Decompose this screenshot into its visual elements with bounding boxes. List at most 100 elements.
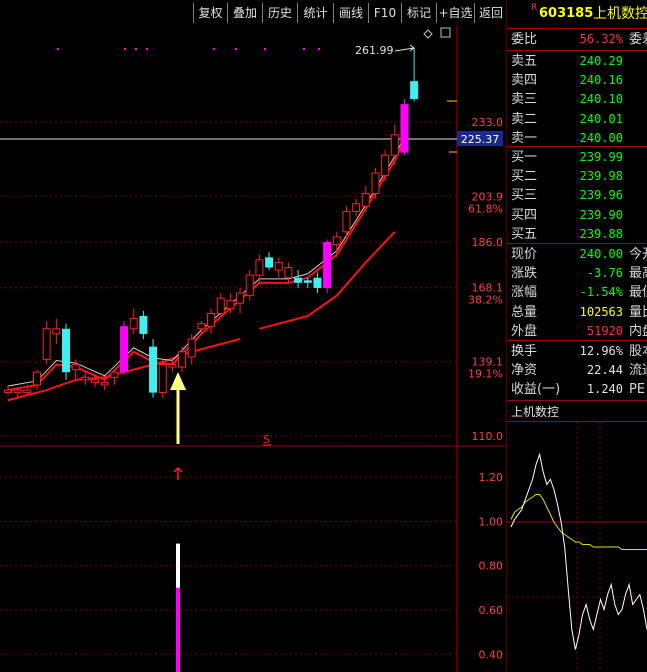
kline-chart[interactable]: 233.0203.961.8%186.0168.138.2%139.119.1%…	[0, 0, 507, 672]
candle-body	[265, 257, 274, 268]
indicator-tick: 1.20	[479, 471, 504, 484]
signal-dot	[57, 48, 59, 50]
candle-body	[216, 297, 225, 314]
candle-body	[110, 371, 119, 378]
candle-body	[4, 389, 12, 394]
quote-extra-label: 内盘	[629, 323, 647, 339]
candle-body	[361, 193, 370, 207]
fib-pct: 61.8%	[468, 202, 503, 215]
small-up-arrow-icon	[173, 466, 183, 480]
indicator-tick: 0.60	[479, 604, 504, 617]
candle-body	[303, 280, 312, 283]
candle-body	[352, 203, 361, 212]
toolbar-button-2[interactable]: 历史	[262, 3, 297, 23]
quote-value: 240.00	[579, 130, 623, 145]
stock-code: 603185	[539, 6, 594, 21]
candle-body	[410, 81, 419, 100]
quote-label: 卖五	[511, 54, 538, 69]
fib-pct: 38.2%	[468, 294, 503, 307]
candle-body	[371, 172, 380, 195]
crosshair-price: 225.37	[461, 133, 500, 146]
candle-body	[33, 371, 42, 386]
quote-row: 涨跌 -3.76 最高	[507, 264, 647, 283]
toolbar-button-5[interactable]: F10	[368, 3, 401, 23]
candle-body	[255, 259, 264, 276]
candle-body	[168, 364, 177, 368]
quote-value: 240.10	[579, 92, 623, 107]
toolbar-button-3[interactable]: 统计	[297, 3, 333, 23]
quote-extra-label: 股本	[629, 344, 647, 359]
candle-body	[71, 364, 80, 371]
quote-extra-label: PE	[629, 382, 646, 398]
toolbar-button-6[interactable]: 标记	[401, 3, 436, 23]
quote-row: 卖四 240.16	[507, 71, 647, 90]
indicator-bar-white	[176, 543, 180, 588]
quote-label: 买三	[511, 188, 538, 204]
candle-body	[149, 346, 158, 393]
quote-value: 240.01	[579, 111, 623, 126]
toolbar-button-0[interactable]: 复权	[193, 3, 227, 23]
quote-row: 卖三 240.10	[507, 90, 647, 109]
quote-row: 卖一 240.00	[507, 129, 647, 148]
quote-row: 收益(一) 1.240 PE	[507, 380, 647, 399]
quote-label: 卖二	[511, 111, 538, 127]
quote-value: -3.76	[586, 266, 623, 281]
price-tick: 186.0	[472, 236, 504, 249]
quote-value: 1.240	[586, 382, 623, 397]
quote-extra-label: 委差	[629, 32, 647, 47]
candle-body	[197, 323, 206, 330]
buy-arrow-icon	[170, 372, 186, 390]
candle-body	[23, 389, 32, 394]
signal-dot	[124, 48, 126, 50]
window-toggle-icon[interactable]	[440, 27, 451, 38]
indicator-tick: 0.40	[479, 648, 504, 661]
quote-row: 买三 239.96	[507, 186, 647, 205]
quote-value: 239.99	[579, 150, 623, 164]
toolbar-button-8[interactable]: 返回	[474, 3, 507, 23]
indicator-bar-magenta	[176, 587, 180, 672]
candle-body	[236, 292, 245, 304]
quote-value: 239.96	[579, 188, 623, 203]
quote-label: 买四	[511, 207, 538, 223]
quote-row: 买四 239.90	[507, 206, 647, 225]
quote-label: 外盘	[511, 323, 538, 339]
candle-body	[313, 277, 322, 288]
quote-row: 卖二 240.01	[507, 110, 647, 129]
candle-body	[178, 351, 187, 368]
quote-value: 51920	[586, 323, 623, 338]
quote-label: 委比	[511, 32, 538, 47]
intraday-mini-chart[interactable]	[507, 422, 647, 672]
quote-value: 239.90	[579, 207, 623, 222]
quote-label: 买二	[511, 169, 538, 185]
stock-header[interactable]: R 603185 上机数控	[507, 2, 647, 26]
candle-body	[129, 318, 138, 330]
quote-label: 卖一	[511, 130, 538, 146]
quote-extra-label: 量比	[629, 304, 647, 320]
stock-name: 上机数控	[593, 6, 647, 22]
quote-value: 56.32%	[579, 32, 623, 46]
toolbar-button-7[interactable]: +自选	[436, 3, 474, 23]
signal-dot	[135, 48, 137, 50]
toolbar-button-4[interactable]: 画线	[333, 3, 368, 23]
candle-body	[52, 328, 61, 335]
candle-body	[91, 379, 100, 383]
candle-body	[100, 381, 109, 386]
signal-dot	[213, 48, 215, 50]
signal-dot	[303, 48, 305, 50]
quote-row: 卖五 240.29	[507, 52, 647, 71]
quote-extra-label: 最低	[629, 285, 647, 301]
candle-body	[274, 261, 283, 271]
candle-body	[158, 364, 167, 394]
toolbar-button-1[interactable]: 叠加	[227, 3, 262, 23]
fib-pct: 19.1%	[468, 368, 503, 381]
candle-body	[81, 376, 90, 381]
candle-body	[187, 338, 196, 358]
candle-body	[245, 274, 254, 297]
candle-body	[323, 242, 332, 288]
divider	[507, 50, 647, 51]
quote-extra-label: 流通	[629, 363, 647, 379]
quote-row: 涨幅 -1.54% 最低	[507, 283, 647, 302]
signal-dot	[264, 48, 266, 50]
badge-r: R	[531, 3, 538, 13]
quote-row: 买五 239.88	[507, 225, 647, 244]
